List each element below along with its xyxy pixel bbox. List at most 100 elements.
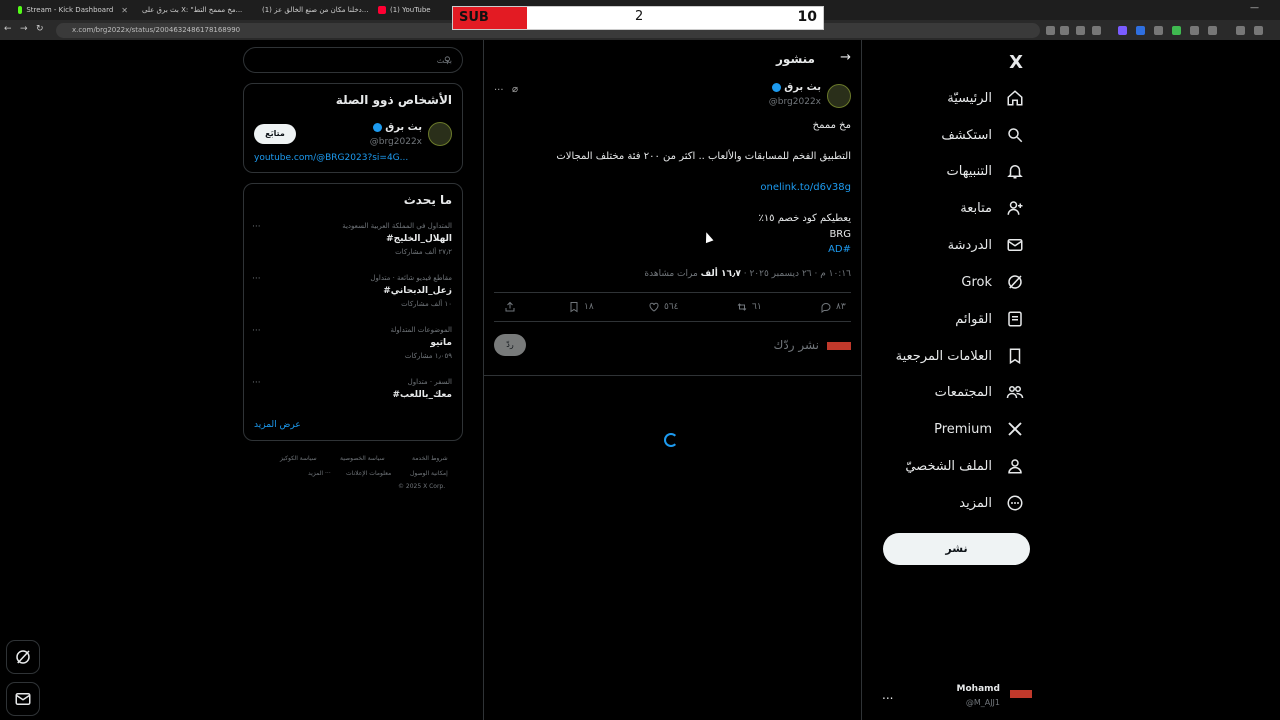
puzzle-icon[interactable] — [1208, 26, 1217, 35]
suggested-account-handle[interactable]: @brg2022x — [370, 137, 422, 147]
profile-link[interactable]: youtube.com/@BRG2023?si=4G... — [254, 153, 408, 163]
grok-floating-button[interactable] — [6, 640, 40, 674]
more-icon[interactable]: ··· — [252, 378, 261, 388]
home-icon — [1007, 90, 1023, 106]
nav-label: العلامات المرجعية — [895, 348, 992, 364]
account-switcher[interactable]: Mohamd @M_AJJ1 ... — [872, 680, 1032, 712]
sub-goal-overlay: SUB 2 10 — [452, 6, 824, 30]
reply-composer: نشر ردّك ردّ — [484, 326, 861, 376]
reply-input[interactable]: نشر ردّك — [773, 338, 819, 352]
post-actions: ١٨ ٥٦٤ ٦١ ٨٣ — [494, 292, 851, 322]
post-link[interactable]: onelink.to/d6v38g — [760, 182, 851, 193]
extension-icon[interactable] — [1136, 26, 1145, 35]
back-arrow-icon[interactable]: → — [840, 50, 851, 65]
avatar[interactable] — [428, 122, 452, 146]
more-icon[interactable]: ··· — [252, 274, 261, 284]
close-icon[interactable]: ✕ — [121, 6, 128, 15]
trends-card: ما يحدث المتداول في المملكة العربية السع… — [243, 183, 463, 441]
author-handle[interactable]: @brg2022x — [769, 97, 821, 107]
translate-icon[interactable] — [1046, 26, 1055, 35]
nav-label: التنبيهات — [946, 163, 992, 179]
messages-floating-button[interactable] — [6, 682, 40, 716]
repost-count: ٦١ — [752, 302, 762, 312]
sub-label: SUB — [453, 7, 527, 29]
bookmark-button[interactable]: ١٨ — [568, 301, 594, 313]
footer-link[interactable]: المزيد ··· — [308, 470, 331, 477]
browser-tab[interactable]: Stream - Kick Dashboard ✕ — [18, 2, 128, 18]
page-title: منشور — [776, 52, 815, 66]
nav-home[interactable]: الرئيسيّة — [947, 85, 1024, 111]
loading-spinner-icon — [664, 433, 678, 447]
nav-chat[interactable]: الدردشة — [948, 232, 1024, 258]
nav-profile[interactable]: الملف الشخصيّ — [905, 453, 1024, 479]
trend-count: ٢٧٫٢ ألف مشاركات — [395, 248, 452, 256]
post-text-line: مخ مممخ — [812, 120, 851, 131]
browser-tab[interactable]: (1) YouTube — [378, 2, 448, 18]
copyright: © 2025 X Corp. — [398, 483, 446, 490]
extension-icon[interactable] — [1236, 26, 1245, 35]
repost-button[interactable]: ٦١ — [736, 301, 762, 313]
more-icon[interactable]: ... — [494, 82, 504, 93]
minimize-icon[interactable]: — — [1250, 3, 1259, 13]
profile-icon[interactable] — [1254, 26, 1263, 35]
zoom-icon[interactable] — [1060, 26, 1069, 35]
reply-button[interactable]: ٨٣ — [820, 301, 846, 313]
reload-icon[interactable]: ↻ — [36, 24, 44, 34]
forward-icon[interactable]: → — [20, 24, 28, 34]
trend-item[interactable]: المتداول في المملكة العربية السعودية #ال… — [252, 222, 452, 262]
search-input[interactable]: بحث ⚲ — [243, 47, 463, 73]
browser-tab[interactable]: بث برق على X: "مخ مممخ التط... ✕ — [138, 2, 248, 18]
sub-count: 2 — [635, 9, 644, 24]
nav-explore[interactable]: استكشف — [941, 122, 1024, 148]
following-button[interactable]: متابَع — [254, 124, 296, 144]
footer-link[interactable]: إمكانية الوصول — [410, 470, 448, 477]
nav-label: المجتمعات — [934, 384, 992, 400]
view-count: ١٦٫٧ ألف — [700, 269, 741, 279]
share-button[interactable] — [504, 301, 516, 313]
suggested-account-name[interactable]: بث برق — [370, 122, 422, 133]
nav-follow[interactable]: متابعة — [960, 195, 1024, 221]
nav-bookmarks[interactable]: العلامات المرجعية — [896, 343, 1024, 369]
show-more-link[interactable]: عرض المزيد — [254, 420, 301, 430]
nav-label: استكشف — [941, 127, 992, 143]
more-icon[interactable]: ··· — [252, 326, 261, 336]
back-icon[interactable]: ← — [4, 24, 12, 34]
avatar[interactable] — [827, 84, 851, 108]
like-button[interactable]: ٥٦٤ — [648, 301, 679, 313]
trend-item[interactable]: السفر · متداول #معك_باللعب ··· — [252, 378, 452, 418]
extension-icon[interactable] — [1154, 26, 1163, 35]
x-logo[interactable]: X — [1009, 52, 1023, 73]
install-icon[interactable] — [1076, 26, 1085, 35]
nav-notifications[interactable]: التنبيهات — [947, 158, 1024, 184]
reply-submit-button[interactable]: ردّ — [494, 334, 526, 356]
footer-link[interactable]: سياسة الكوكيز — [280, 455, 317, 462]
card-title: الأشخاص ذوو الصلة — [335, 93, 452, 107]
nav-more[interactable]: المزيد — [959, 490, 1024, 516]
extension-icon[interactable] — [1118, 26, 1127, 35]
footer-link[interactable]: سياسة الخصوصية — [340, 455, 385, 462]
nav-premium[interactable]: Premium — [934, 416, 1024, 442]
post-button[interactable]: نشر — [883, 533, 1030, 565]
verified-badge-icon — [372, 122, 382, 132]
tab-label: بث برق على X: "مخ مممخ التط... — [142, 6, 243, 14]
author-name[interactable]: بث برق — [769, 82, 821, 93]
grok-icon[interactable]: ⌀ — [512, 84, 518, 95]
nav-grok[interactable]: Grok — [961, 269, 1024, 295]
extension-icon[interactable] — [1190, 26, 1199, 35]
star-icon[interactable] — [1092, 26, 1101, 35]
extension-icon[interactable] — [1172, 26, 1181, 35]
trend-item[interactable]: مقاطع فيديو شائعة · متداول #زعل_الدبحاني… — [252, 274, 452, 314]
footer-link[interactable]: شروط الخدمة — [412, 455, 448, 462]
nav-lists[interactable]: القوائم — [955, 306, 1024, 332]
bell-icon — [1007, 165, 1023, 179]
trend-item[interactable]: الموضوعات المتداولة ماتيو ١٫٠٥٩ مشاركات … — [252, 326, 452, 366]
post-timestamp[interactable]: ١٠:١٦ م · ٢٦ ديسمبر ٢٠٢٥ · — [741, 269, 851, 279]
footer-link[interactable]: معلومات الإعلانات — [346, 470, 391, 477]
more-icon[interactable]: ... — [882, 688, 893, 702]
nav-communities[interactable]: المجتمعات — [935, 379, 1024, 405]
more-icon[interactable]: ··· — [252, 222, 261, 232]
hashtag-link[interactable]: #AD — [828, 244, 851, 255]
browser-tab[interactable]: (1) دخلنا مكان من صنع الخالق عز... ✕ — [258, 2, 368, 18]
nav-label: الملف الشخصيّ — [905, 458, 992, 474]
list-icon — [1008, 311, 1022, 327]
